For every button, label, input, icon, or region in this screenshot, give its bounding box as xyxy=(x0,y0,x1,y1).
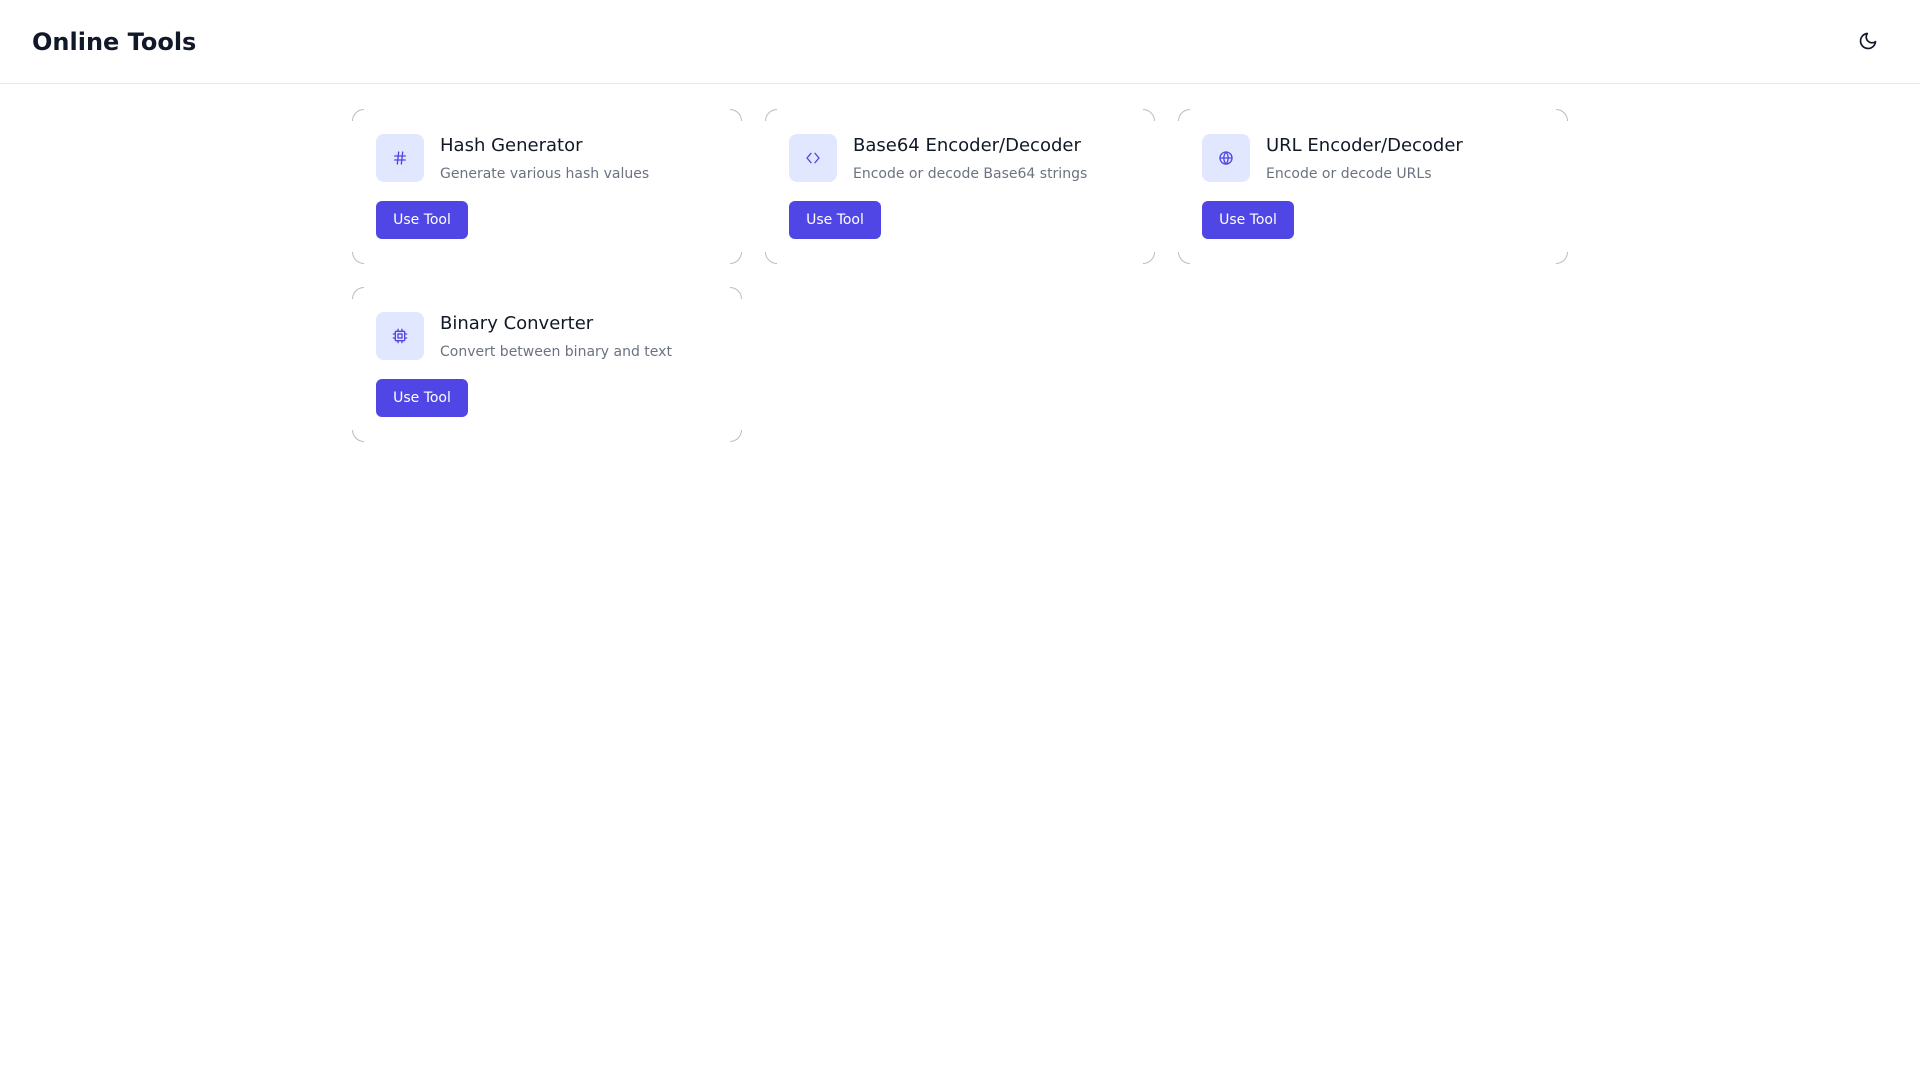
hash-icon xyxy=(376,134,424,182)
card-corner xyxy=(1556,109,1568,121)
card-corner xyxy=(730,430,742,442)
card-corner xyxy=(730,287,742,299)
tool-card-hash-generator: Hash Generator Generate various hash val… xyxy=(352,109,742,264)
card-corner xyxy=(352,109,364,121)
tool-card-base64: Base64 Encoder/Decoder Encode or decode … xyxy=(765,109,1155,264)
tool-description: Encode or decode URLs xyxy=(1266,166,1432,182)
tool-description: Convert between binary and text xyxy=(440,344,672,360)
app-header: Online Tools xyxy=(0,0,1920,84)
card-corner xyxy=(1143,252,1155,264)
use-tool-button[interactable]: Use Tool xyxy=(376,201,468,239)
card-corner xyxy=(1143,109,1155,121)
card-corner xyxy=(352,287,364,299)
tools-grid: Hash Generator Generate various hash val… xyxy=(352,109,1568,442)
moon-icon xyxy=(1858,31,1878,54)
card-corner xyxy=(352,252,364,264)
theme-toggle-button[interactable] xyxy=(1850,24,1886,60)
use-tool-button[interactable]: Use Tool xyxy=(789,201,881,239)
card-corner xyxy=(352,430,364,442)
card-corner xyxy=(765,109,777,121)
tool-description: Generate various hash values xyxy=(440,166,650,182)
tool-card-url: URL Encoder/Decoder Encode or decode URL… xyxy=(1178,109,1568,264)
globe-icon xyxy=(1202,134,1250,182)
tool-title: URL Encoder/Decoder xyxy=(1266,135,1463,156)
card-corner xyxy=(1178,252,1190,264)
tool-title: Base64 Encoder/Decoder xyxy=(853,135,1081,156)
tool-description: Encode or decode Base64 strings xyxy=(853,166,1088,182)
card-corner xyxy=(730,252,742,264)
code-icon xyxy=(789,134,837,182)
card-corner xyxy=(730,109,742,121)
cpu-icon xyxy=(376,312,424,360)
card-corner xyxy=(1178,109,1190,121)
tool-card-binary-converter: Binary Converter Convert between binary … xyxy=(352,287,742,442)
use-tool-button[interactable]: Use Tool xyxy=(376,379,468,417)
card-corner xyxy=(1556,252,1568,264)
tool-title: Hash Generator xyxy=(440,135,583,156)
tool-title: Binary Converter xyxy=(440,313,594,334)
app-title: Online Tools xyxy=(32,28,197,56)
card-corner xyxy=(765,252,777,264)
use-tool-button[interactable]: Use Tool xyxy=(1202,201,1294,239)
